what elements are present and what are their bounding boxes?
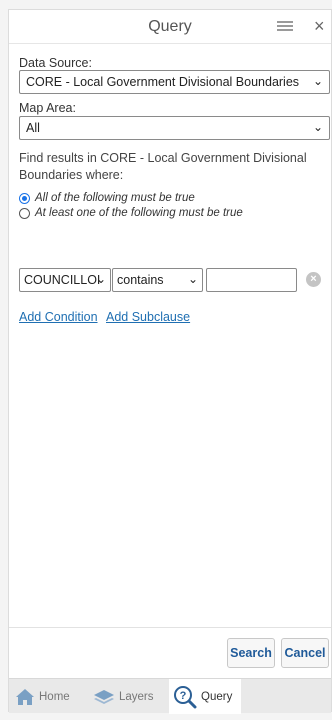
add-subclause-link[interactable]: Add Subclause [106, 310, 190, 324]
tab-layers-label: Layers [119, 690, 154, 703]
map-area-label: Map Area: [19, 101, 76, 115]
find-results-text: Find results in CORE - Local Government … [19, 151, 307, 182]
map-area-select[interactable]: All ⌄ [19, 116, 330, 140]
close-icon[interactable]: × [314, 16, 325, 37]
home-icon [16, 688, 34, 705]
tab-query-label: Query [201, 690, 233, 703]
chevron-down-icon: ⌄ [312, 74, 323, 88]
map-area-value: All [26, 121, 40, 135]
chevron-down-icon: ⌄ [312, 120, 323, 134]
condition-field-select[interactable]: COUNCILLOI ⌄ [19, 268, 111, 292]
tab-home[interactable]: Home [15, 679, 95, 714]
radio-all-button[interactable] [19, 192, 30, 204]
chevron-down-icon: ⌄ [95, 272, 106, 286]
radio-all-option[interactable]: All of the following must be true [19, 192, 195, 204]
radio-any-option[interactable]: At least one of the following must be tr… [19, 207, 243, 219]
condition-operator-select[interactable]: contains ⌄ [112, 268, 203, 292]
svg-text:?: ? [180, 690, 187, 702]
tab-query[interactable]: ? Query [169, 679, 241, 714]
condition-field-value: COUNCILLOI [24, 273, 101, 287]
remove-condition-icon[interactable]: × [306, 272, 321, 287]
condition-value-input[interactable] [206, 268, 297, 292]
radio-any-label: At least one of the following must be tr… [35, 207, 243, 219]
data-source-value: CORE - Local Government Divisional Bound… [26, 75, 300, 89]
chevron-down-icon: ⌄ [187, 272, 198, 286]
radio-any-button[interactable] [19, 207, 30, 219]
footer-divider [9, 627, 331, 628]
bottom-tab-bar: Home Layers ? Query [9, 678, 331, 714]
cancel-button[interactable]: Cancel [281, 638, 329, 668]
radio-all-label: All of the following must be true [35, 192, 195, 204]
data-source-label: Data Source: [19, 56, 92, 70]
menu-icon[interactable] [277, 21, 293, 33]
data-source-select[interactable]: CORE - Local Government Divisional Bound… [19, 70, 330, 94]
tab-layers[interactable]: Layers [93, 679, 169, 714]
query-icon: ? [174, 685, 197, 708]
condition-operator-value: contains [117, 273, 164, 287]
search-button[interactable]: Search [227, 638, 275, 668]
tab-home-label: Home [39, 690, 70, 703]
add-condition-link[interactable]: Add Condition [19, 310, 98, 324]
layers-icon [94, 689, 114, 704]
panel-header: Query × [9, 10, 331, 44]
query-panel: Query × Data Source: CORE - Local Govern… [8, 9, 332, 714]
